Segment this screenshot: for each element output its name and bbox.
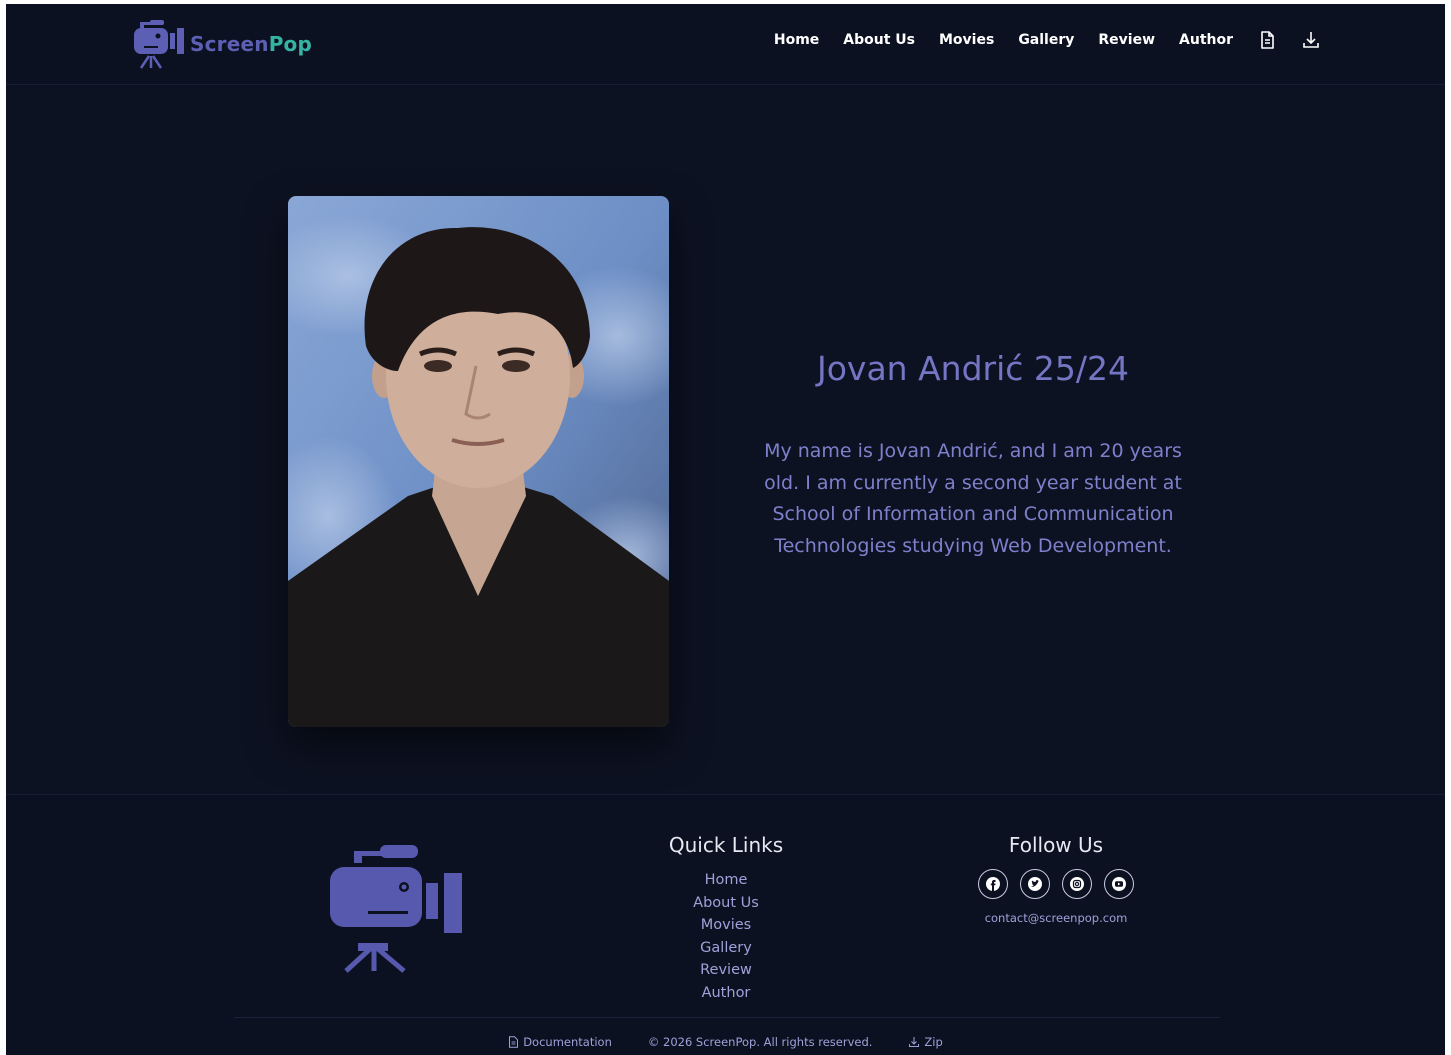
facebook-icon[interactable]	[978, 869, 1008, 899]
nav-home[interactable]: Home	[774, 32, 819, 48]
author-photo	[288, 196, 669, 727]
zip-label: Zip	[924, 1035, 943, 1049]
download-icon	[909, 1037, 920, 1047]
social-links	[956, 869, 1156, 899]
nav-gallery[interactable]: Gallery	[1018, 32, 1074, 48]
documentation-link[interactable]: Documentation	[508, 1035, 612, 1049]
footer-link-review[interactable]: Review	[626, 959, 826, 982]
footer-link-gallery[interactable]: Gallery	[626, 937, 826, 960]
documentation-label: Documentation	[523, 1035, 612, 1049]
camera-logo-icon	[134, 20, 184, 69]
nav-movies[interactable]: Movies	[939, 32, 994, 48]
quick-links-title: Quick Links	[668, 833, 784, 857]
footer-bottom-bar: Documentation © 2026 ScreenPop. All righ…	[6, 1035, 1445, 1049]
footer-divider	[234, 1017, 1220, 1018]
nav-about-us[interactable]: About Us	[843, 32, 915, 48]
follow-us-title: Follow Us	[1008, 833, 1104, 857]
document-icon[interactable]	[1257, 30, 1277, 50]
footer-link-movies[interactable]: Movies	[626, 914, 826, 937]
nav-review[interactable]: Review	[1098, 32, 1155, 48]
youtube-icon[interactable]	[1104, 869, 1134, 899]
zip-download-link[interactable]: Zip	[908, 1035, 943, 1049]
footer-link-author[interactable]: Author	[626, 982, 826, 1005]
author-name: Jovan Andrić 25/24	[817, 349, 1129, 388]
site-footer: Quick Links Home About Us Movies Gallery…	[6, 794, 1445, 1055]
main-nav: Home About Us Movies Gallery Review Auth…	[750, 30, 1321, 50]
instagram-icon[interactable]	[1062, 869, 1092, 899]
twitter-icon[interactable]	[1020, 869, 1050, 899]
brand-name: ScreenPop	[190, 32, 313, 56]
camera-logo-icon	[330, 845, 462, 973]
follow-us: Follow Us contact@screenpop.com	[956, 833, 1156, 925]
contact-email[interactable]: contact@screenpop.com	[956, 911, 1156, 925]
copyright-text: © 2026 ScreenPop. All rights reserved.	[647, 1035, 873, 1049]
brand-logo[interactable]: ScreenPop	[130, 16, 312, 72]
site-header: ScreenPop Home About Us Movies Gallery R…	[6, 4, 1445, 85]
author-bio: My name is Jovan Andrić, and I am 20 yea…	[764, 440, 1182, 557]
download-icon[interactable]	[1301, 30, 1321, 50]
footer-link-home[interactable]: Home	[626, 869, 826, 892]
page: ScreenPop Home About Us Movies Gallery R…	[6, 4, 1445, 1055]
quick-links: Quick Links Home About Us Movies Gallery…	[626, 833, 826, 1004]
document-icon	[509, 1036, 519, 1048]
nav-author[interactable]: Author	[1179, 32, 1233, 48]
footer-link-about-us[interactable]: About Us	[626, 892, 826, 915]
